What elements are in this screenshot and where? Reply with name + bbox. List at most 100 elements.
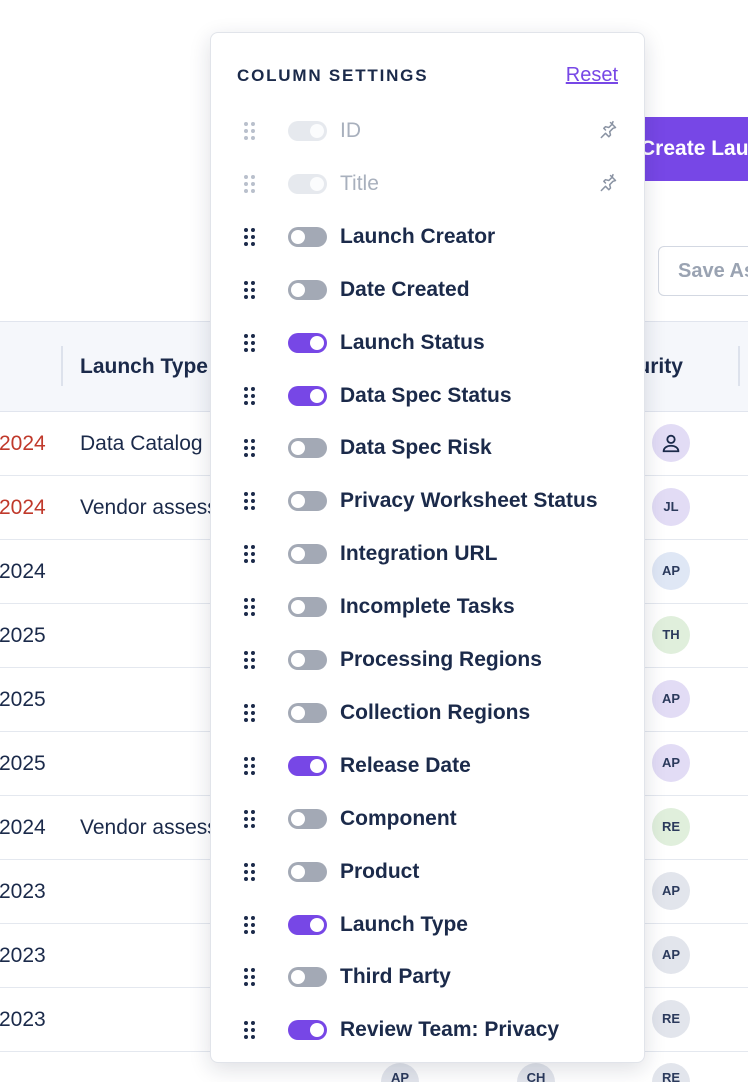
- toggle-knob: [291, 547, 305, 562]
- column-row-data-spec-risk: Data Spec Risk: [211, 423, 644, 475]
- due-date-cell: 2025: [0, 624, 46, 647]
- column-toggle[interactable]: [288, 491, 327, 512]
- drag-handle-icon[interactable]: [244, 492, 256, 512]
- avatar: RE: [652, 1000, 690, 1038]
- drag-handle-icon[interactable]: [244, 439, 256, 459]
- column-toggle[interactable]: [288, 438, 327, 459]
- column-row-launch-creator: Launch Creator: [211, 212, 644, 264]
- pin-icon: [598, 120, 618, 140]
- toggle-knob: [310, 758, 324, 773]
- drag-handle-icon[interactable]: [244, 386, 256, 407]
- drag-handle-icon[interactable]: [244, 651, 256, 671]
- column-divider[interactable]: [738, 346, 740, 386]
- reset-link[interactable]: Reset: [566, 64, 618, 87]
- column-label: Launch Status: [340, 330, 485, 354]
- drag-handle-icon[interactable]: [244, 915, 256, 936]
- column-label: Product: [340, 859, 420, 883]
- drag-handle-icon[interactable]: [244, 703, 256, 724]
- drag-handle-icon[interactable]: [244, 227, 256, 248]
- column-label: ID: [340, 119, 361, 142]
- column-settings-popover: COLUMN SETTINGS Reset ID Title Launch Crea…: [210, 32, 645, 1063]
- user-icon: [662, 434, 680, 453]
- avatar: AP: [652, 744, 690, 782]
- column-row-third-party: Third Party: [211, 952, 644, 1004]
- avatar: AP: [652, 936, 690, 974]
- drag-handle-icon[interactable]: [244, 1021, 256, 1041]
- due-date-cell: 2024: [0, 816, 46, 839]
- column-row-release-date: Release Date: [211, 741, 644, 793]
- column-toggle[interactable]: [288, 755, 327, 776]
- avatar: TH: [652, 616, 690, 654]
- toggle-knob: [291, 600, 305, 615]
- column-toggle[interactable]: [288, 967, 327, 988]
- column-toggle: [288, 121, 327, 141]
- column-row-launch-type: Launch Type: [211, 900, 644, 952]
- avatar: RE: [652, 808, 690, 846]
- drag-handle-icon: [244, 122, 256, 142]
- column-toggle[interactable]: [288, 544, 327, 565]
- drag-handle-icon[interactable]: [244, 756, 256, 777]
- column-label: Integration URL: [340, 542, 498, 566]
- toggle-knob: [310, 1023, 324, 1038]
- column-row-data-spec-status: Data Spec Status: [211, 371, 644, 423]
- column-toggle[interactable]: [288, 597, 327, 618]
- due-date-cell: 2024: [0, 432, 46, 455]
- drag-handle-icon[interactable]: [244, 545, 256, 565]
- avatar: AP: [652, 552, 690, 590]
- due-date-cell: 2023: [0, 1008, 46, 1031]
- column-toggle[interactable]: [288, 861, 327, 882]
- column-toggle[interactable]: [288, 808, 327, 829]
- avatar: AP: [652, 872, 690, 910]
- column-row-review-team-privacy: Review Team: Privacy: [211, 1005, 644, 1057]
- avatar: [652, 424, 690, 462]
- toggle-knob: [310, 388, 324, 403]
- save-as-button[interactable]: Save As: [658, 246, 748, 296]
- toggle-knob: [291, 653, 305, 667]
- toggle-knob: [310, 124, 324, 138]
- column-row-incomplete-tasks: Incomplete Tasks: [211, 582, 644, 634]
- popover-title: COLUMN SETTINGS: [237, 66, 429, 85]
- column-row-date-created: Date Created: [211, 265, 644, 317]
- column-toggle[interactable]: [288, 914, 327, 935]
- toggle-knob: [291, 282, 305, 297]
- due-date-cell: 2025: [0, 688, 46, 711]
- drag-handle-icon[interactable]: [244, 862, 256, 883]
- column-toggle[interactable]: [288, 226, 327, 247]
- column-label: Data Spec Risk: [340, 436, 492, 460]
- avatar: JL: [652, 488, 690, 526]
- due-date-cell: 2023: [0, 880, 46, 903]
- column-divider[interactable]: [61, 346, 63, 386]
- drag-handle-icon[interactable]: [244, 968, 256, 988]
- column-row-launch-status: Launch Status: [211, 318, 644, 370]
- column-label: Date Created: [340, 277, 470, 301]
- due-date-cell: 2025: [0, 752, 46, 775]
- column-row-collection-regions: Collection Regions: [211, 688, 644, 740]
- drag-handle-icon[interactable]: [244, 598, 256, 618]
- column-toggle[interactable]: [288, 385, 327, 406]
- drag-handle-icon[interactable]: [244, 333, 256, 354]
- due-date-cell: 2023: [0, 944, 46, 967]
- column-label: Collection Regions: [340, 700, 531, 724]
- drag-handle-icon[interactable]: [244, 809, 256, 830]
- column-toggle[interactable]: [288, 1020, 327, 1041]
- toggle-knob: [291, 441, 305, 456]
- launch-type-cell: Data Catalog: [80, 432, 203, 455]
- column-toggle[interactable]: [288, 279, 327, 300]
- drag-handle-icon[interactable]: [244, 280, 256, 301]
- due-date-cell: 2024: [0, 496, 46, 519]
- due-date-cell: 2024: [0, 1066, 46, 1082]
- column-toggle[interactable]: [288, 650, 327, 670]
- column-label: Processing Regions: [340, 648, 542, 671]
- header-launch-type[interactable]: Launch Type: [80, 322, 208, 411]
- toggle-knob: [310, 335, 324, 350]
- column-label: Launch Type: [340, 912, 468, 936]
- column-toggle[interactable]: [288, 332, 327, 353]
- column-label: Release Date: [340, 753, 471, 777]
- column-toggle[interactable]: [288, 702, 327, 723]
- column-label: Third Party: [340, 965, 451, 989]
- toggle-knob: [291, 864, 305, 879]
- drag-handle-icon: [244, 174, 256, 195]
- column-toggle: [288, 173, 327, 194]
- column-label: Title: [340, 171, 379, 195]
- toggle-knob: [291, 811, 305, 826]
